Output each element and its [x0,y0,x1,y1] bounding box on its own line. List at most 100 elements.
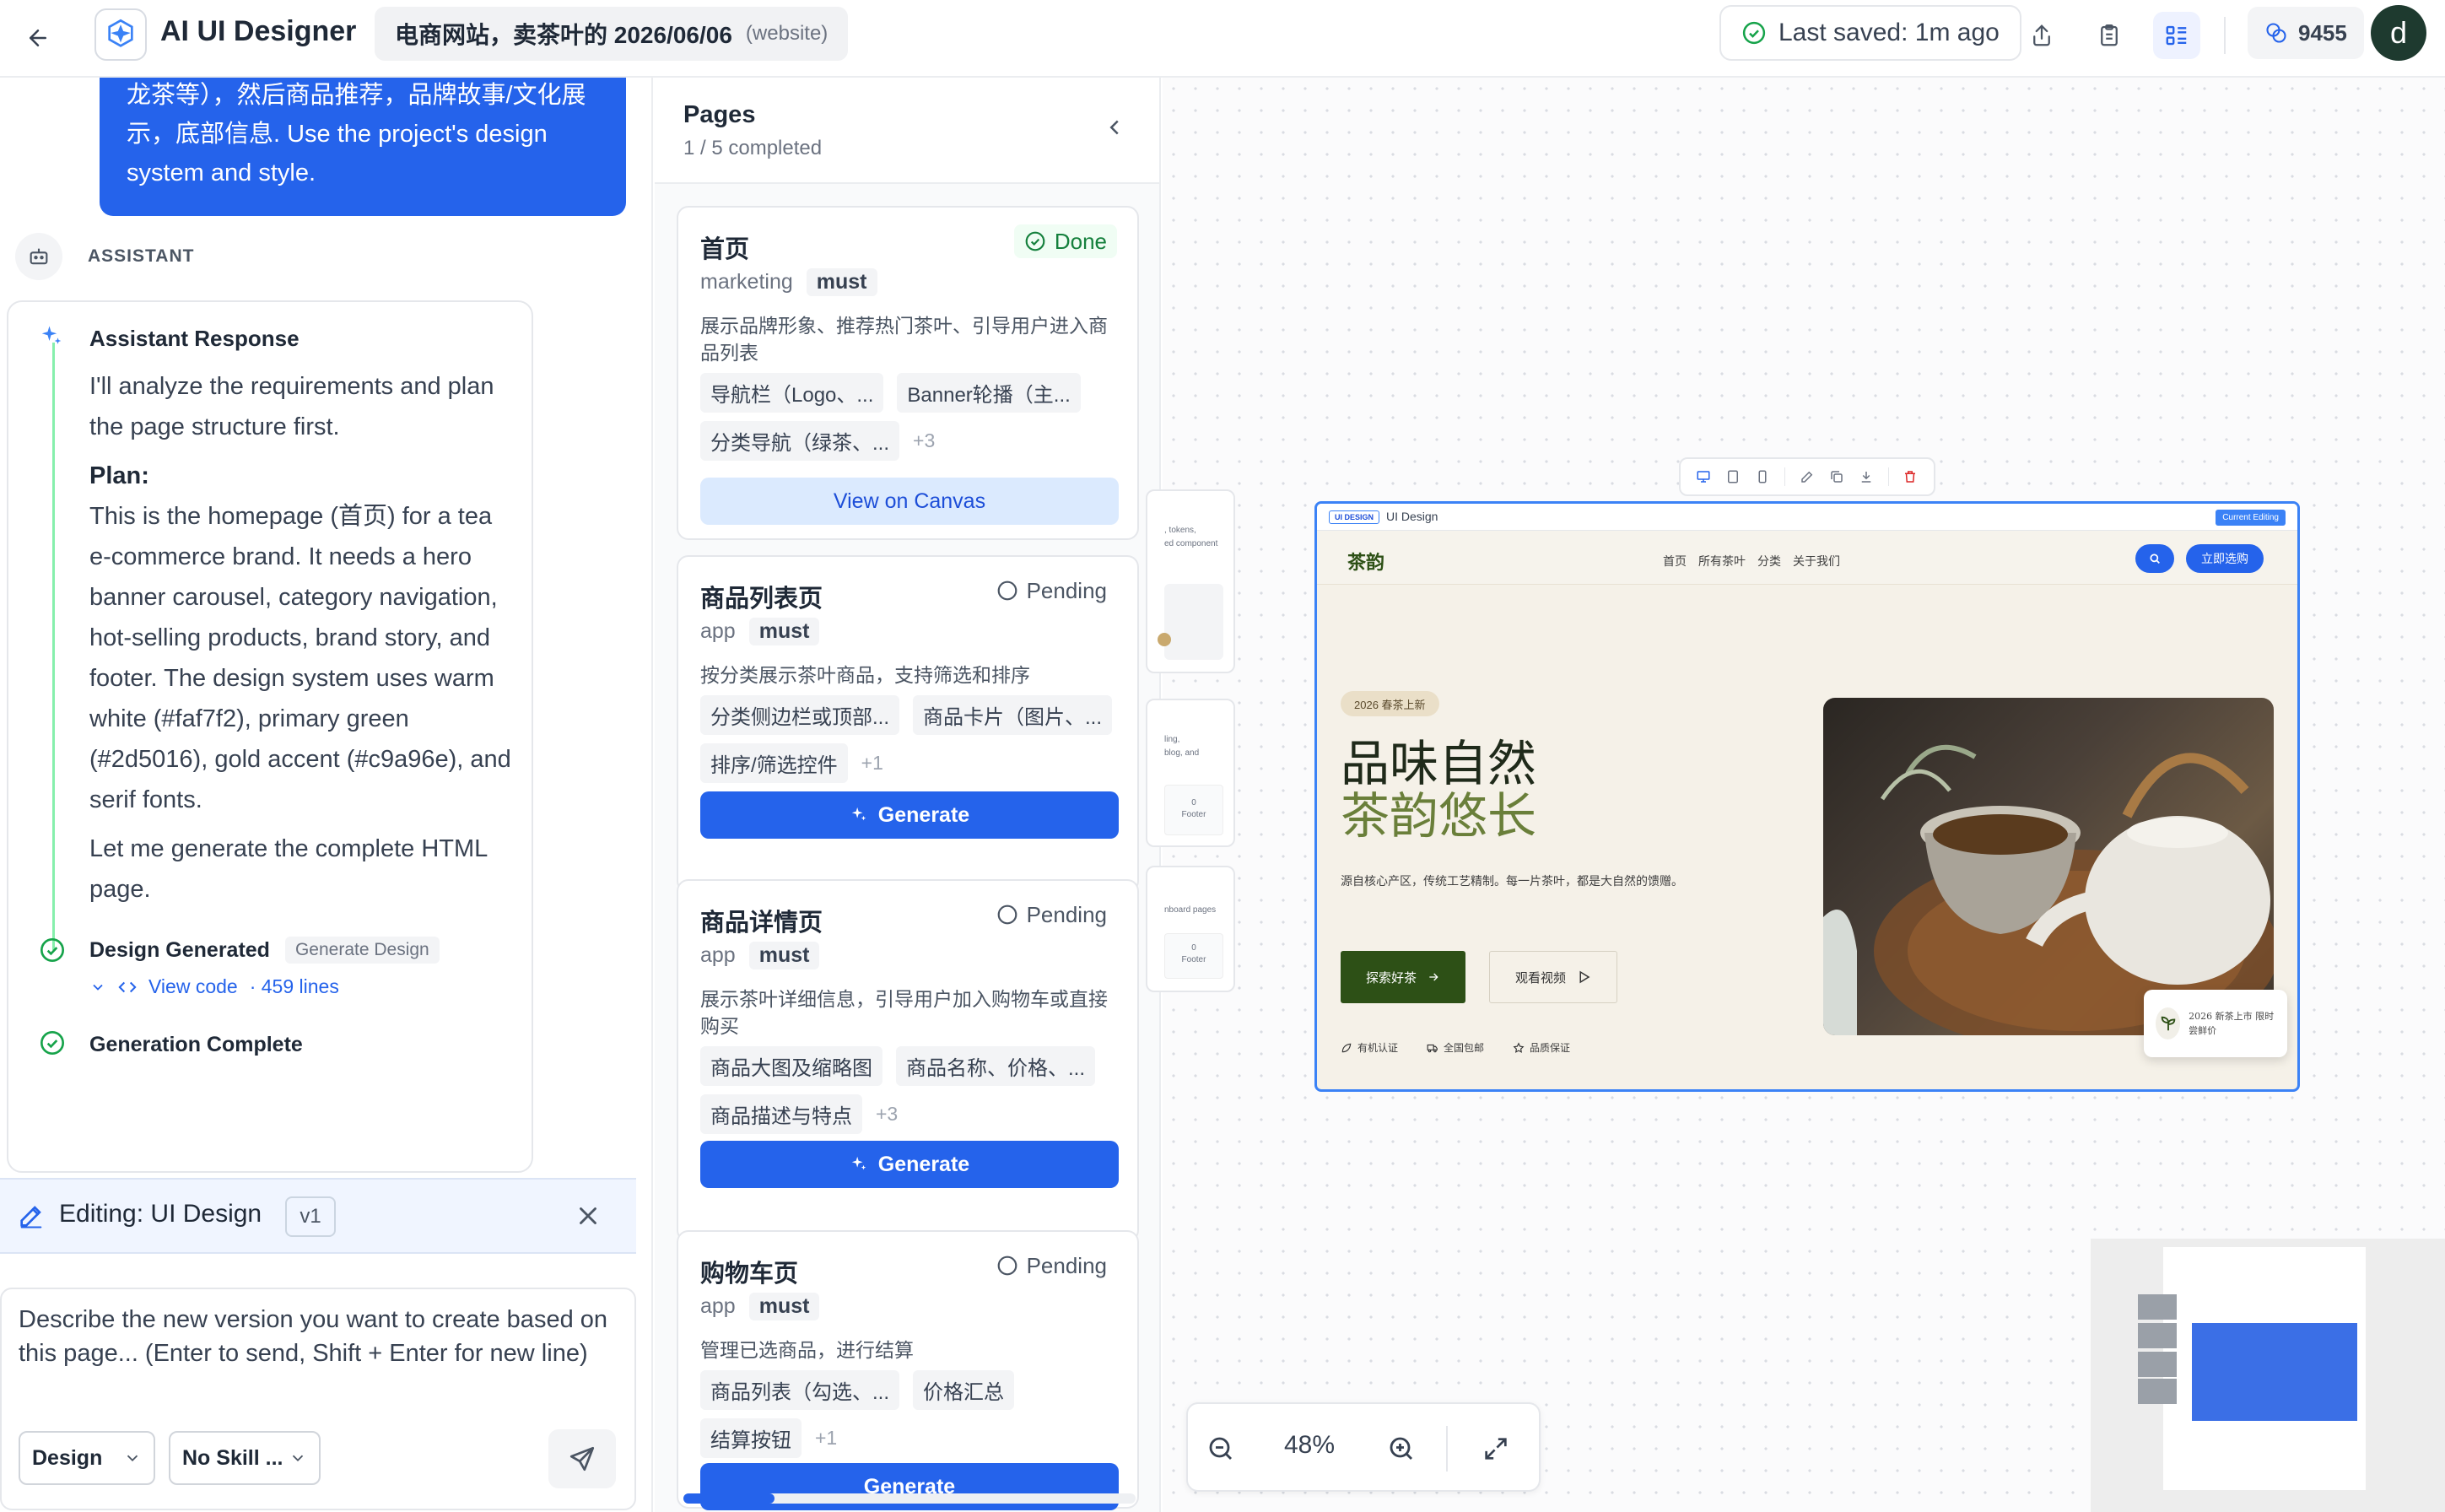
step-generated-label: Design Generated [89,937,270,962]
ghost-text: Footer [1181,810,1206,819]
edit-icon[interactable] [1800,469,1815,484]
site-cta-button[interactable]: 立即选购 [2186,544,2264,573]
chevron-down-icon [292,1455,304,1462]
chevron-down-icon [127,1455,138,1462]
hero-image [1823,698,2274,1035]
pages-scrollbar[interactable] [683,1493,1136,1504]
page-description: 按分类展示茶叶商品，支持筛选和排序 [700,664,1030,686]
message-input[interactable] [19,1303,618,1418]
section-chip: 分类导航（绿茶、... [700,421,900,461]
zoom-out-icon[interactable] [1200,1428,1242,1470]
generate-button[interactable]: Generate [700,791,1119,839]
mobile-icon[interactable] [1755,469,1770,484]
mode-select-value: Design [32,1445,103,1470]
view-on-canvas-button[interactable]: View on Canvas [700,478,1119,525]
ghost-frame[interactable]: nboard pages 0 Footer [1146,866,1235,992]
chevron-left-icon[interactable] [1102,115,1127,144]
pencil-icon [17,1202,46,1234]
page-priority: must [748,1293,820,1320]
frame-badge: UI DESIGN [1329,510,1380,524]
section-chip: 商品卡片（图片、... [913,695,1113,735]
ghost-frame[interactable]: ling, blog, and 0 Footer [1146,699,1235,847]
step-complete-label: Generation Complete [89,1033,303,1056]
badge-text: 全国包邮 [1444,1042,1485,1054]
page-card-home[interactable]: 首页 Done marketing must 展示品牌形象、推荐热门茶叶、引导用… [677,206,1139,540]
skill-select-value: No Skill ... [182,1445,283,1470]
minimap[interactable] [2091,1239,2445,1512]
site-nav-link[interactable]: 所有茶叶 [1698,553,1746,570]
page-card-product-list[interactable]: 商品列表页 Pending app must 按分类展示茶叶商品，支持筛选和排序… [677,555,1139,893]
back-arrow-icon[interactable] [19,19,57,57]
complete-check-icon [39,1029,66,1061]
page-name: 首页 [700,236,750,263]
scrollbar-thumb[interactable] [683,1493,775,1504]
ghost-frame[interactable]: , tokens, ed component [1146,489,1235,673]
hero-secondary-label: 观看视频 [1515,969,1567,986]
view-code-toggle[interactable]: View code · 459 lines [89,975,339,998]
more-count: +1 [861,752,883,774]
zoom-in-icon[interactable] [1380,1428,1422,1470]
mode-select[interactable]: Design [19,1431,155,1485]
badge-text: 有机认证 [1357,1042,1399,1054]
save-status: Last saved: 1m ago [1719,5,2021,61]
download-icon[interactable] [1859,469,1874,484]
leaf-icon [1341,1043,1352,1052]
desktop-icon[interactable] [1696,469,1711,484]
section-chip: 商品列表（勾选、... [700,1370,900,1410]
page-meta: app must [700,942,820,969]
fullscreen-icon[interactable] [1475,1428,1517,1470]
layout-list-icon[interactable] [2153,12,2200,59]
copy-icon[interactable] [1829,469,1844,484]
section-chips: 商品大图及缩略图 商品名称、价格、... 商品描述与特点 +3 [700,1046,1122,1134]
page-meta: marketing must [700,268,877,296]
pages-title: Pages [683,101,756,128]
credits-badge[interactable]: 9455 [2248,7,2364,59]
site-nav-link[interactable]: 首页 [1663,553,1687,570]
page-card-product-detail[interactable]: 商品详情页 Pending app must 展示茶叶详细信息，引导用户加入购物… [677,879,1139,1242]
close-icon[interactable] [574,1202,602,1234]
section-chip: Banner轮播（主... [897,373,1081,413]
design-frame[interactable]: UI DESIGN UI Design Current Editing 茶韵 首… [1314,501,2300,1092]
site-search-icon[interactable] [2135,544,2174,573]
zoom-control: 48% [1186,1402,1541,1492]
check-circle-icon [1742,21,1766,45]
share-icon[interactable] [2018,12,2065,59]
skill-select[interactable]: No Skill ... [169,1431,321,1485]
response-closing: Let me generate the complete HTML page. [89,835,488,903]
site-logo[interactable]: 茶韵 [1347,548,1384,575]
site-nav-link[interactable]: 分类 [1757,553,1781,570]
site-nav-links: 首页 所有茶叶 分类 关于我们 [1663,553,1840,570]
circle-icon [997,580,1017,601]
page-meta: app must [700,1293,820,1320]
user-avatar[interactable]: d [2371,5,2426,61]
minimap-frame [2138,1323,2177,1348]
hero-secondary-button[interactable]: 观看视频 [1489,951,1618,1003]
hero-primary-button[interactable]: 探索好茶 [1341,951,1466,1003]
page-card-cart[interactable]: 购物车页 Pending app must 管理已选商品，进行结算 商品列表（勾… [677,1230,1139,1510]
send-button[interactable] [548,1429,616,1488]
code-lines: · 459 lines [249,975,339,997]
step-generated-tag: Generate Design [284,937,440,964]
toolbar-divider [2224,17,2226,54]
hero-tag: 2026 春茶上新 [1341,691,1439,716]
section-chip: 结算按钮 [700,1418,802,1458]
design-canvas[interactable]: , tokens, ed component ling, blog, and 0… [1146,78,2445,1512]
clipboard-icon[interactable] [2086,12,2133,59]
status-badge: Pending [986,574,1117,608]
tablet-icon[interactable] [1725,469,1741,484]
site-nav-link[interactable]: 关于我们 [1793,553,1840,570]
project-selector[interactable]: 电商网站，卖茶叶的 2026/06/06 (website) [375,7,849,61]
assistant-label: ASSISTANT [88,246,195,266]
frame-name: UI Design [1386,510,1438,523]
section-chip: 商品描述与特点 [700,1094,862,1134]
trash-icon[interactable] [1903,469,1918,484]
section-chip: 导航栏（Logo、... [700,373,884,413]
generate-button[interactable]: Generate [700,1141,1119,1188]
minimap-current-frame [2192,1323,2357,1421]
editing-label: Editing: UI Design [59,1200,262,1228]
page-description: 展示品牌形象、推荐热门茶叶、引导用户进入商品列表 [700,315,1108,364]
pages-header: Pages 1 / 5 completed [655,78,1159,184]
sparkle-icon [39,324,64,354]
response-title: Assistant Response [89,326,300,351]
page-priority: must [748,942,820,969]
